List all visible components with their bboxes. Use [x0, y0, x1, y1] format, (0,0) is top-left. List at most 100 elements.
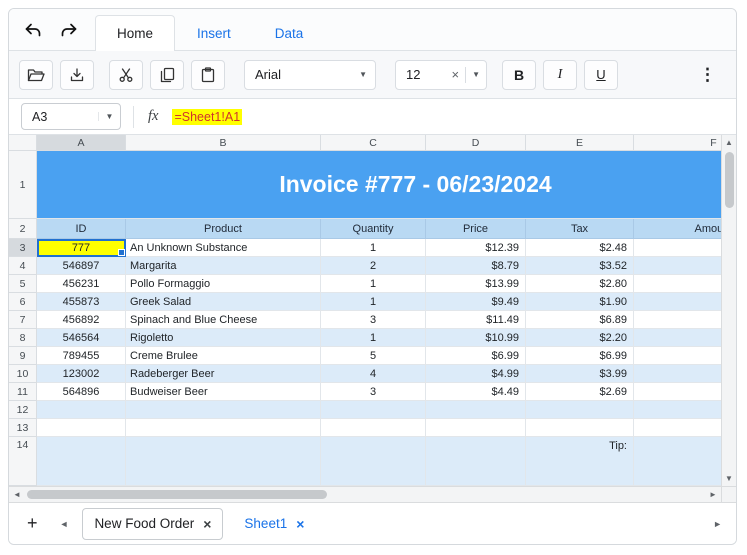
grid-cell[interactable]: 4 [321, 365, 426, 383]
grid-cell[interactable]: $12.39 [426, 239, 526, 257]
grid-cell[interactable] [634, 239, 721, 257]
grid-cell[interactable] [126, 437, 321, 486]
row-header[interactable]: 14 [9, 437, 37, 486]
horizontal-scrollbar[interactable]: ◄ ► [9, 486, 736, 502]
grid-cell[interactable]: $9.49 [426, 293, 526, 311]
name-box[interactable]: A3 ▼ [21, 103, 121, 130]
row-header[interactable]: 8 [9, 329, 37, 347]
horizontal-scrollbar-thumb[interactable] [27, 490, 327, 499]
add-sheet-button[interactable]: + [19, 513, 46, 534]
grid-cell[interactable]: 3 [321, 383, 426, 401]
import-button[interactable] [60, 59, 94, 90]
grid-cell[interactable] [126, 419, 321, 437]
sheet-nav-left-icon[interactable]: ◄ [56, 519, 73, 529]
grid-cell[interactable] [37, 419, 126, 437]
grid-cell[interactable]: $8.79 [426, 257, 526, 275]
font-family-select[interactable]: Arial ▼ [244, 59, 376, 90]
paste-button[interactable] [191, 59, 225, 90]
grid-cell[interactable]: Rigoletto [126, 329, 321, 347]
underline-button[interactable]: U [584, 59, 618, 90]
grid-cell[interactable] [634, 329, 721, 347]
sheet-tab-new-food-order[interactable]: New Food Order × [82, 507, 224, 540]
grid-cell[interactable]: An Unknown Substance [126, 239, 321, 257]
grid-cell[interactable]: Price [426, 219, 526, 239]
grid-cell[interactable]: 1 [321, 293, 426, 311]
copy-button[interactable] [150, 59, 184, 90]
grid-cell[interactable]: 546564 [37, 329, 126, 347]
tip-label-cell[interactable]: Tip: [526, 437, 634, 486]
font-size-select[interactable]: 12 × ▼ [395, 59, 487, 90]
grid-cell[interactable]: 2 [321, 257, 426, 275]
grid-cell[interactable] [526, 401, 634, 419]
row-header[interactable]: 3 [9, 239, 37, 257]
grid-cell[interactable]: 456892 [37, 311, 126, 329]
overflow-menu-button[interactable]: ⋮ [689, 65, 726, 85]
open-button[interactable] [19, 59, 53, 90]
grid-cell[interactable]: $2.69 [526, 383, 634, 401]
grid-cell[interactable]: $4.49 [426, 383, 526, 401]
column-header-f[interactable]: F [634, 135, 721, 151]
grid-cell[interactable]: $6.89 [526, 311, 634, 329]
grid-cell[interactable]: Product [126, 219, 321, 239]
row-header[interactable]: 13 [9, 419, 37, 437]
grid-cell[interactable] [634, 293, 721, 311]
grid-cell[interactable]: 789455 [37, 347, 126, 365]
row-header[interactable]: 7 [9, 311, 37, 329]
grid-cell[interactable]: 546897 [37, 257, 126, 275]
close-icon[interactable]: × [296, 516, 304, 532]
grid-cell[interactable]: 1 [321, 239, 426, 257]
grid-cell[interactable]: Margarita [126, 257, 321, 275]
select-all-corner[interactable] [9, 135, 37, 151]
tab-home[interactable]: Home [95, 15, 176, 51]
row-header[interactable]: 12 [9, 401, 37, 419]
row-header[interactable]: 10 [9, 365, 37, 383]
formula-input[interactable]: =Sheet1!A1 [172, 108, 243, 125]
undo-button[interactable] [23, 21, 43, 39]
grid-cell[interactable] [634, 311, 721, 329]
grid-cell[interactable]: $3.99 [526, 365, 634, 383]
sheet-nav-right-icon[interactable]: ► [709, 519, 726, 529]
grid-cell[interactable] [37, 401, 126, 419]
grid-cell[interactable] [321, 419, 426, 437]
grid-cell[interactable] [634, 275, 721, 293]
grid-cell[interactable]: Budweiser Beer [126, 383, 321, 401]
grid-cell[interactable]: 456231 [37, 275, 126, 293]
grid-cell[interactable]: Tax [526, 219, 634, 239]
scroll-track[interactable] [25, 487, 705, 502]
row-header[interactable]: 2 [9, 219, 37, 239]
grid-cell[interactable] [634, 365, 721, 383]
grid-cell[interactable] [634, 437, 721, 486]
bold-button[interactable]: B [502, 59, 536, 90]
column-header-c[interactable]: C [321, 135, 426, 151]
row-header[interactable]: 6 [9, 293, 37, 311]
grid-cell[interactable] [634, 419, 721, 437]
tab-insert[interactable]: Insert [175, 15, 253, 51]
sheet-tab-sheet1[interactable]: Sheet1 × [233, 509, 315, 539]
row-header[interactable]: 1 [9, 151, 37, 219]
grid-cell[interactable]: 3 [321, 311, 426, 329]
italic-button[interactable]: I [543, 59, 577, 90]
row-header[interactable]: 11 [9, 383, 37, 401]
grid-cell[interactable]: $3.52 [526, 257, 634, 275]
scroll-up-icon[interactable]: ▲ [725, 135, 733, 150]
grid-cell[interactable] [634, 257, 721, 275]
redo-button[interactable] [59, 21, 79, 39]
grid-cell[interactable] [321, 401, 426, 419]
grid-cell[interactable] [634, 401, 721, 419]
grid-cell[interactable] [526, 419, 634, 437]
grid-cell[interactable]: $2.48 [526, 239, 634, 257]
grid-cell[interactable] [634, 383, 721, 401]
row-header[interactable]: 4 [9, 257, 37, 275]
clear-icon[interactable]: × [451, 67, 459, 82]
vertical-scrollbar[interactable]: ▲ ▼ [721, 135, 736, 486]
grid-cell[interactable]: 5 [321, 347, 426, 365]
grid-cell[interactable]: Pollo Formaggio [126, 275, 321, 293]
grid-cell[interactable]: Quantity [321, 219, 426, 239]
grid-cell[interactable]: $6.99 [526, 347, 634, 365]
grid-cell[interactable]: $10.99 [426, 329, 526, 347]
grid-cell[interactable]: $2.80 [526, 275, 634, 293]
tab-data[interactable]: Data [253, 15, 326, 51]
column-header-a[interactable]: A [37, 135, 126, 151]
selected-cell[interactable]: 777 [37, 239, 126, 257]
row-header[interactable]: 9 [9, 347, 37, 365]
